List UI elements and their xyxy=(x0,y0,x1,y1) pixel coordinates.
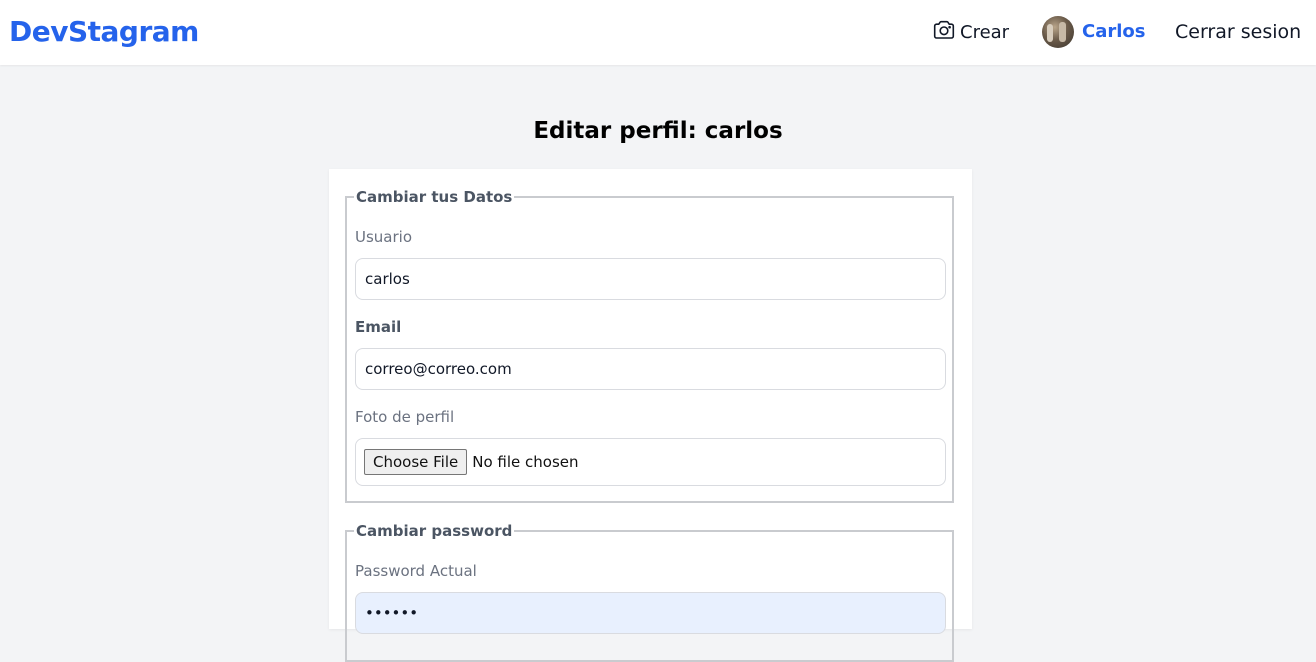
email-input[interactable] xyxy=(355,348,946,390)
crear-link[interactable]: Crear xyxy=(932,20,1009,44)
crear-label: Crear xyxy=(960,21,1010,43)
datos-legend: Cambiar tus Datos xyxy=(356,188,513,206)
password-actual-label: Password Actual xyxy=(355,562,477,580)
app-logo[interactable]: DevStagram xyxy=(9,14,199,50)
edit-profile-form: Cambiar tus Datos Usuario Email Foto de … xyxy=(329,169,972,662)
email-label: Email xyxy=(355,318,402,336)
file-status: No file chosen xyxy=(472,453,579,471)
datos-fieldset: Cambiar tus Datos Usuario Email Foto de … xyxy=(345,188,954,503)
usuario-label: Usuario xyxy=(355,228,413,246)
choose-file-button[interactable]: Choose File xyxy=(364,449,468,475)
foto-label: Foto de perfil xyxy=(355,408,455,426)
foto-file-input[interactable]: Choose File No file chosen xyxy=(355,438,946,486)
page-title: Editar perfil: carlos xyxy=(533,118,783,144)
usuario-input[interactable] xyxy=(355,258,946,300)
password-legend: Cambiar password xyxy=(356,522,513,540)
logout-button[interactable]: Cerrar sesion xyxy=(1175,20,1301,44)
avatar xyxy=(1042,15,1074,48)
camera-icon xyxy=(932,18,956,47)
user-name: Carlos xyxy=(1082,21,1146,42)
password-actual-input[interactable] xyxy=(355,592,946,634)
password-fieldset: Cambiar password Password Actual xyxy=(345,522,954,662)
top-navbar: DevStagram Crear Carlos Cerrar sesion xyxy=(0,0,1316,65)
user-profile-link[interactable]: Carlos xyxy=(1042,15,1145,48)
